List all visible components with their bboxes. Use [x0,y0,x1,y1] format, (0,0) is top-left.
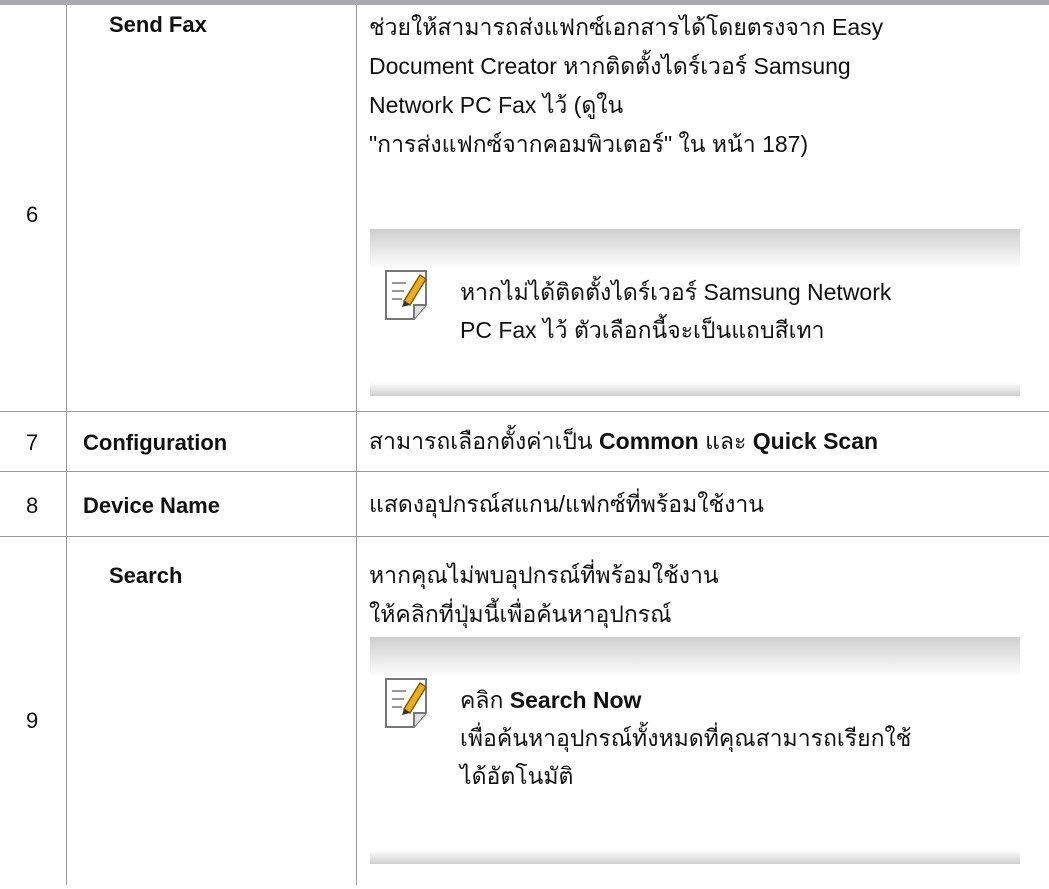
option-quick-scan: Quick Scan [752,428,879,454]
row-name: Device Name [83,493,220,518]
note-text: หากไม่ได้ติดตั้งไดร์เวอร์ Samsung Networ… [460,273,891,349]
note-line: PC Fax ไว้ ตัวเลือกนี้จะเป็นแถบสีเทา [460,317,825,343]
row-divider-8-9 [0,536,1049,537]
description-line: ช่วยให้สามารถส่งแฟกซ์เอกสารได้โดยตรงจาก … [369,14,884,40]
description-line: Network PC Fax ไว้ (ดูใน [369,92,624,118]
pencil-note-icon [385,270,428,320]
row-number: 8 [26,493,39,518]
description-text: สามารถเลือกตั้งค่าเป็น [369,428,600,454]
row-number: 6 [26,202,39,227]
column-divider-1 [66,5,67,885]
row-description: สามารถเลือกตั้งค่าเป็น Common และ Quick … [369,422,878,461]
row-name: Search [109,563,183,588]
note-box: คลิก Search Now เพื่อค้นหาอุปกรณ์ทั้งหมด… [370,637,1020,864]
search-now-label: Search Now [509,687,642,713]
column-divider-2 [356,5,357,885]
note-line: เพื่อค้นหาอุปกรณ์ทั้งหมดที่คุณสามารถเรีย… [460,725,912,751]
note-line: ได้อัตโนมัติ [460,763,574,789]
pencil-note-icon [385,678,428,728]
note-text: คลิก Search Now เพื่อค้นหาอุปกรณ์ทั้งหมด… [460,681,911,795]
description-line: Document Creator หากติดตั้งไดร์เวอร์ Sam… [369,53,851,79]
row-description: ช่วยให้สามารถส่งแฟกซ์เอกสารได้โดยตรงจาก … [369,8,883,164]
description-line: หากคุณไม่พบอุปกรณ์ที่พร้อมใช้งาน [369,562,719,588]
note-text-prefix: คลิก [460,687,510,713]
note-line: หากไม่ได้ติดตั้งไดร์เวอร์ Samsung Networ… [460,279,892,305]
table-top-rule [0,0,1049,5]
description-line: "การส่งแฟกซ์จากคอมพิวเตอร์" ใน หน้า 187) [369,131,809,157]
row-divider-6-7 [0,411,1049,412]
option-common: Common [599,428,699,454]
row-name: Configuration [83,430,228,455]
row-description: หากคุณไม่พบอุปกรณ์ที่พร้อมใช้งาน ให้คลิก… [369,556,719,634]
row-description: แสดงอุปกรณ์สแกน/แฟกซ์ที่พร้อมใช้งาน [369,491,764,517]
note-box: หากไม่ได้ติดตั้งไดร์เวอร์ Samsung Networ… [370,229,1020,396]
row-name: Send Fax [109,12,207,37]
row-number: 9 [26,708,39,733]
row-divider-7-8 [0,471,1049,472]
description-text: และ [698,428,753,454]
note-line: คลิก Search Now [460,681,911,719]
row-number: 7 [26,430,39,455]
description-line: ให้คลิกที่ปุ่มนี้เพื่อค้นหาอุปกรณ์ [369,601,672,627]
